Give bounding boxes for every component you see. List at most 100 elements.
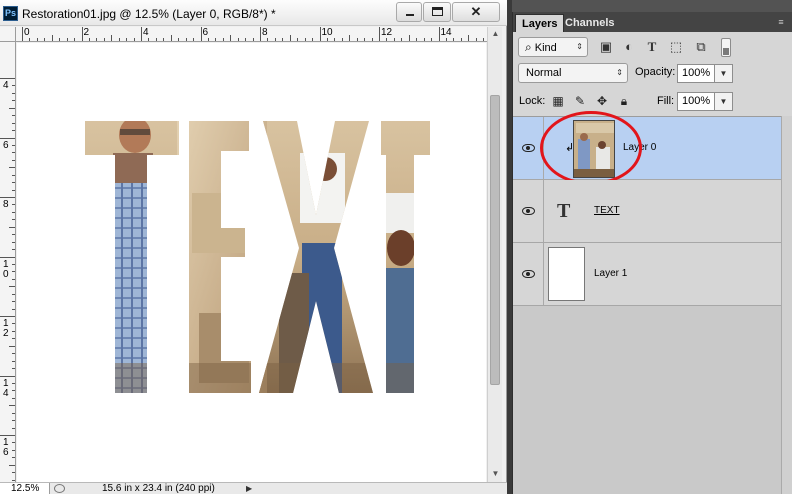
ruler-minor-tick xyxy=(12,457,15,459)
ruler-label: 12 xyxy=(3,318,9,339)
panel-menu-icon[interactable]: ≡ xyxy=(773,15,789,29)
ruler-minor-tick xyxy=(349,35,351,41)
tab-channels[interactable]: Channels xyxy=(559,14,621,32)
filter-toggle-switch[interactable] xyxy=(721,38,731,57)
ruler-tick xyxy=(319,27,321,41)
ruler-minor-tick xyxy=(468,35,470,41)
blend-mode-select[interactable]: Normal ⇕ xyxy=(518,63,628,83)
minimize-icon xyxy=(406,14,414,16)
layer-row-layer-1[interactable]: Layer 1 xyxy=(513,243,781,306)
ruler-tick xyxy=(0,197,15,198)
ruler-minor-tick xyxy=(148,38,150,41)
clipped-text-artwork xyxy=(85,121,430,393)
adjustment-filter-icon[interactable]: ◐ xyxy=(621,39,637,55)
ruler-minor-tick xyxy=(222,38,224,41)
ruler-tick xyxy=(260,27,261,41)
ruler-minor-tick xyxy=(12,353,15,355)
opacity-dropdown-button[interactable]: ▼ xyxy=(715,64,733,83)
ruler-minor-tick xyxy=(126,38,128,41)
layers-panel-scrollbar[interactable] xyxy=(781,116,792,494)
ruler-minor-tick xyxy=(416,38,418,41)
ruler-minor-tick xyxy=(408,35,410,41)
lock-position-icon[interactable]: ✥ xyxy=(595,94,609,108)
close-button[interactable]: ✕ xyxy=(452,2,500,22)
visibility-toggle[interactable] xyxy=(513,180,544,242)
zoom-level-field[interactable]: 12.5% xyxy=(0,483,50,494)
ruler-minor-tick xyxy=(12,263,15,265)
layer-name[interactable]: Layer 1 xyxy=(594,268,627,279)
scroll-down-arrow-icon[interactable]: ▼ xyxy=(488,467,503,481)
lock-all-icon[interactable]: 🔒︎ xyxy=(617,94,631,108)
fill-dropdown-button[interactable]: ▼ xyxy=(715,92,733,111)
ruler-minor-tick xyxy=(133,38,135,41)
ruler-minor-tick xyxy=(12,368,15,370)
eye-icon xyxy=(522,207,535,215)
ruler-minor-tick xyxy=(453,38,455,41)
ruler-minor-tick xyxy=(282,38,284,41)
layer-row-text[interactable]: T TEXT xyxy=(513,180,781,243)
ruler-minor-tick xyxy=(297,38,299,41)
image-filter-icon[interactable]: ▣ xyxy=(598,39,614,55)
horizontal-ruler[interactable]: 0 2 4 6 8 10 12 14 xyxy=(0,27,487,42)
layer-name[interactable]: TEXT xyxy=(594,205,620,216)
ruler-tick xyxy=(0,256,15,258)
ruler-minor-tick xyxy=(12,211,15,213)
ruler-minor-tick xyxy=(12,420,15,422)
document-canvas[interactable] xyxy=(17,43,486,482)
document-titlebar[interactable]: Ps Restoration01.jpg @ 12.5% (Layer 0, R… xyxy=(0,0,507,26)
ruler-minor-tick xyxy=(12,92,15,94)
shape-filter-icon[interactable]: ⬚ xyxy=(668,39,684,55)
ruler-minor-tick xyxy=(59,38,61,41)
fill-field[interactable]: 100% xyxy=(677,92,715,111)
ruler-minor-tick xyxy=(12,278,15,280)
ruler-minor-tick xyxy=(12,174,15,176)
tab-layers[interactable]: Layers xyxy=(515,14,565,32)
opacity-field[interactable]: 100% xyxy=(677,64,715,83)
ruler-origin[interactable] xyxy=(0,27,16,42)
lock-transparent-icon[interactable]: ▦ xyxy=(551,94,565,108)
status-info-icon[interactable] xyxy=(54,484,65,493)
ruler-minor-tick xyxy=(12,301,15,303)
ruler-minor-tick xyxy=(9,167,15,169)
ruler-minor-tick xyxy=(88,38,90,41)
ruler-minor-tick xyxy=(12,479,15,481)
status-bar: 12.5% 15.6 in x 23.4 in (240 ppi) ▶ xyxy=(0,482,507,494)
ruler-minor-tick xyxy=(12,338,15,340)
ruler-tick xyxy=(0,137,15,139)
layer-thumbnail[interactable] xyxy=(548,247,585,301)
ruler-minor-tick xyxy=(312,38,314,41)
ruler-minor-tick xyxy=(12,241,15,243)
ruler-minor-tick xyxy=(289,35,291,41)
scroll-thumb[interactable] xyxy=(490,95,500,385)
status-menu-arrow-icon[interactable]: ▶ xyxy=(246,483,252,494)
ruler-tick xyxy=(379,27,380,41)
ruler-minor-tick xyxy=(386,38,388,41)
layer-row-layer-0[interactable]: ↲ Layer 0 xyxy=(513,111,781,185)
smart-object-filter-icon[interactable]: ⧉ xyxy=(693,39,709,55)
type-filter-icon[interactable]: T xyxy=(644,39,660,55)
visibility-toggle[interactable] xyxy=(513,243,544,305)
ruler-minor-tick xyxy=(12,85,15,87)
ruler-minor-tick xyxy=(44,38,46,41)
ruler-minor-tick xyxy=(364,38,366,41)
vertical-ruler[interactable]: 4 6 8 10 12 14 16 xyxy=(0,42,16,482)
ruler-minor-tick xyxy=(12,427,15,429)
ruler-minor-tick xyxy=(12,189,15,191)
minimize-button[interactable] xyxy=(396,2,422,22)
maximize-button[interactable] xyxy=(423,2,451,22)
scroll-up-arrow-icon[interactable]: ▲ xyxy=(488,27,503,41)
filter-kind-select[interactable]: ⌕ Kind ⇕ xyxy=(518,37,588,57)
ruler-minor-tick xyxy=(12,100,15,102)
ruler-minor-tick xyxy=(12,360,15,362)
blend-row: Normal ⇕ Opacity: 100% ▼ xyxy=(513,60,792,86)
lock-image-icon[interactable]: ✎ xyxy=(573,94,587,108)
ruler-label: 6 xyxy=(3,139,9,151)
ruler-label: 2 xyxy=(83,27,90,38)
ruler-minor-tick xyxy=(237,38,239,41)
ruler-minor-tick xyxy=(12,293,15,295)
ruler-minor-tick xyxy=(252,38,254,41)
ruler-minor-tick xyxy=(230,35,232,41)
fill-label: Fill: xyxy=(657,95,675,107)
vertical-scrollbar[interactable]: ▲ ▼ xyxy=(487,27,502,482)
panel-tab-bar: Layers Channels ≡ xyxy=(513,12,792,32)
